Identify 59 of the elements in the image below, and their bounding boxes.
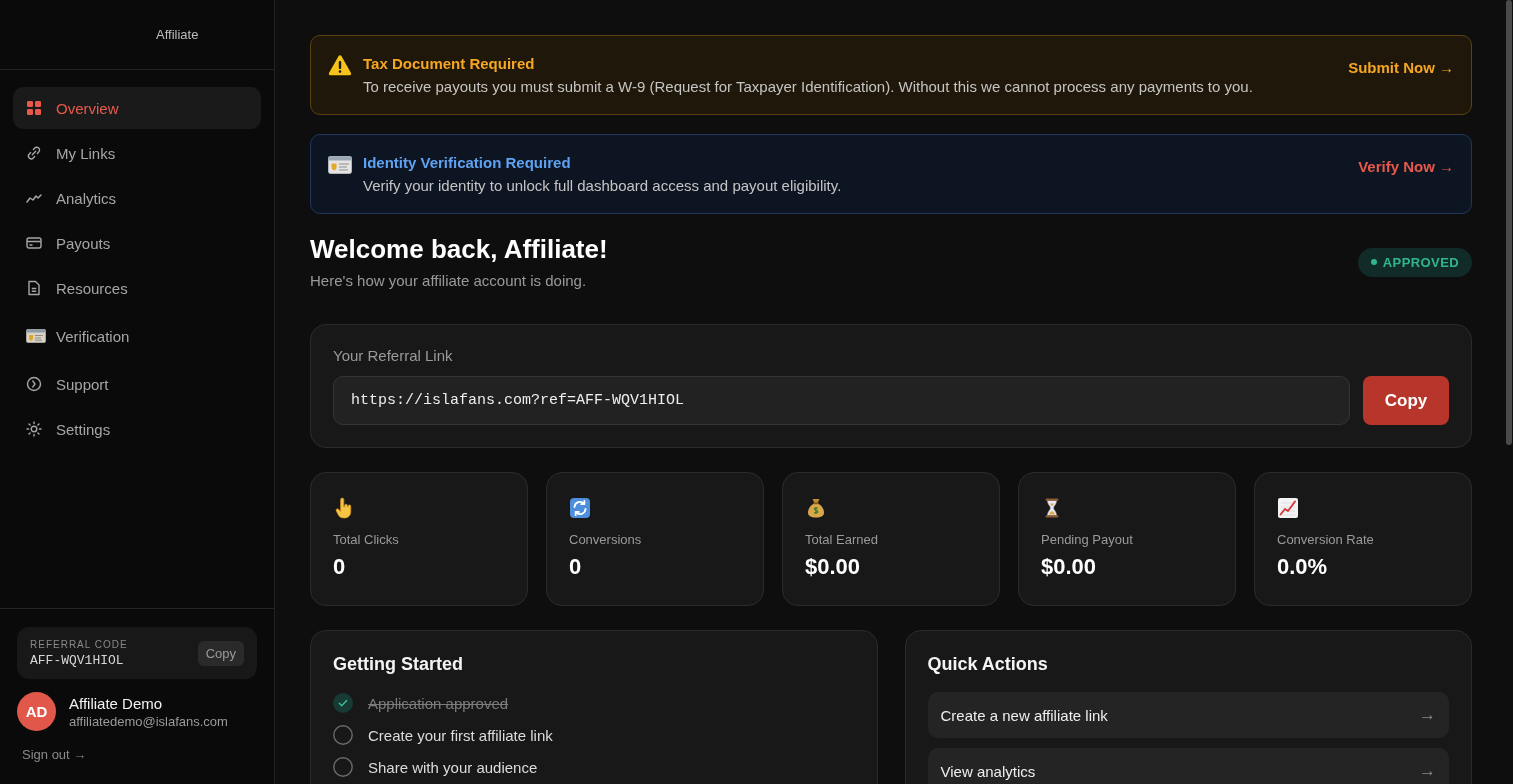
stat-label: Pending Payout — [1041, 531, 1134, 549]
copy-button[interactable]: Copy — [1363, 376, 1449, 425]
nav-item[interactable]: Verification — [13, 312, 261, 360]
nav-item[interactable]: Payouts — [13, 222, 261, 264]
scrollbar-thumb[interactable] — [1506, 0, 1512, 445]
link-icon — [26, 145, 42, 161]
brand-name: Affiliate — [156, 27, 199, 42]
referral-link-label: Your Referral Link — [333, 346, 454, 366]
stat-label: Total Clicks — [333, 531, 400, 549]
user-avatar: AD — [17, 692, 56, 731]
nav-item[interactable]: Support — [13, 363, 261, 405]
stat-value: 0 — [569, 553, 583, 581]
section-title: Quick Actions — [927, 653, 1049, 676]
sun-icon — [26, 421, 42, 437]
alert-title: Tax Document Required — [363, 54, 536, 74]
referral-code-label: REFERRAL CODE — [30, 638, 128, 650]
warning-icon — [328, 54, 352, 76]
nav-item[interactable]: My Links — [13, 132, 261, 174]
stat-label: Conversions — [569, 531, 643, 549]
step-label: Create your first affiliate link — [368, 726, 553, 744]
credit-card-icon — [26, 235, 42, 251]
stat-value: 0.0% — [1277, 553, 1329, 581]
stat-value: $0.00 — [805, 553, 862, 581]
user-email: affiliatedemo@islafans.com — [69, 713, 228, 729]
nav-item[interactable]: Analytics — [13, 177, 261, 219]
chevron-circle-icon — [26, 376, 42, 392]
grid-icon — [26, 100, 42, 116]
quick-action-button[interactable]: View analytics → — [927, 748, 1449, 784]
referral-link-field[interactable]: https://islafans.com?ref=AFF-WQV1HIOL — [333, 376, 1350, 425]
repeat-arrows-icon — [569, 497, 591, 519]
referral-code: AFF-WQV1HIOL — [30, 652, 125, 668]
alert-message: Verify your identity to unlock full dashboard access and payout eligibility. — [363, 176, 843, 196]
stat-label: Conversion Rate — [1277, 531, 1375, 549]
nav-item[interactable]: Settings — [13, 408, 261, 450]
alert-action-link[interactable]: Submit Now → — [1348, 59, 1454, 76]
stat-value: $0.00 — [1041, 553, 1098, 581]
welcome-heading: Welcome back, Affiliate! — [310, 233, 608, 265]
id-card-icon — [328, 156, 352, 174]
status-label: APPROVED — [1382, 254, 1459, 270]
stat-value: 0 — [333, 553, 347, 581]
user-name: Affiliate Demo — [69, 694, 164, 712]
step-label: Share with your audience — [368, 758, 538, 776]
alert-action-link[interactable]: Verify Now → — [1358, 158, 1454, 175]
sign-out-link[interactable]: Sign out → — [17, 747, 87, 762]
id-card-icon — [26, 329, 46, 343]
rising-chart-icon — [1277, 497, 1299, 519]
document-icon — [26, 280, 42, 296]
step-label: Application approved — [368, 694, 509, 712]
alert-message: To receive payouts you must submit a W-9 (Request for Taxpayer Identification). Without this we cannot process any payments to you. — [363, 77, 1254, 97]
status-dot-icon — [1370, 259, 1377, 265]
welcome-subtitle: Here's how your affiliate account is doing. — [310, 271, 588, 291]
money-bag-icon — [805, 497, 827, 519]
nav-item[interactable]: Resources — [13, 267, 261, 309]
quick-action-button[interactable]: Create a new affiliate link → — [927, 692, 1449, 738]
section-title: Getting Started — [333, 653, 464, 676]
nav-item[interactable]: Overview — [13, 87, 261, 129]
copy-button[interactable]: Copy — [197, 640, 244, 666]
alert-title: Identity Verification Required — [363, 153, 572, 173]
stat-label: Total Earned — [805, 531, 879, 549]
